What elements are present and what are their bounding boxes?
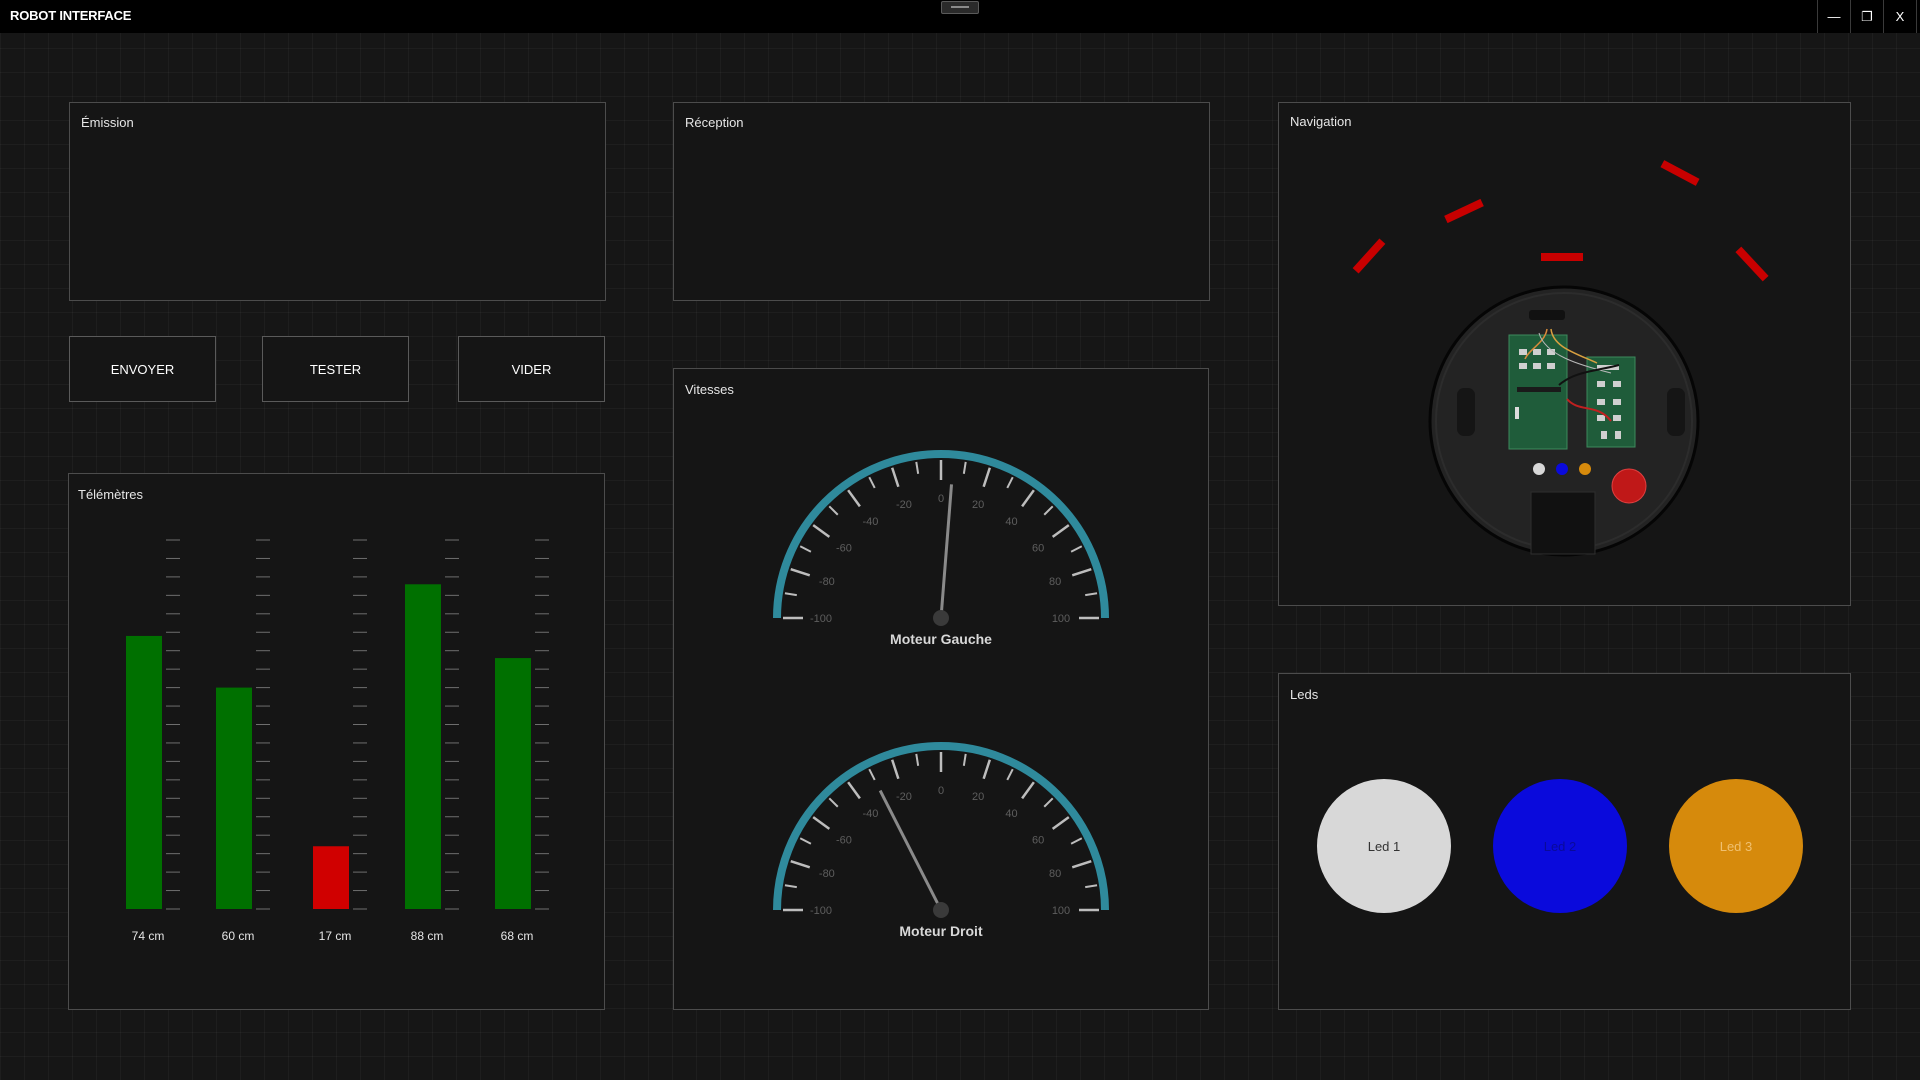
leds-title: Leds	[1290, 687, 1319, 702]
telemeter-bars: 74 cm 60 cm 17 cm 88 cm 68 cm	[126, 539, 549, 943]
emission-title: Émission	[81, 115, 134, 130]
telemeter-bar	[126, 635, 162, 909]
telemeter-value-label: 88 cm	[411, 929, 444, 943]
obstacle-marker-right	[1660, 160, 1700, 186]
gauge-tick-label: 40	[1005, 516, 1017, 528]
gauge-tick-label: 0	[938, 785, 944, 797]
obstacle-marker-left	[1444, 198, 1484, 224]
minimize-button[interactable]: —	[1817, 0, 1850, 33]
send-button[interactable]: ENVOYER	[69, 336, 216, 402]
telemeter-scale	[353, 539, 367, 910]
reception-title: Réception	[685, 115, 744, 130]
close-button[interactable]: X	[1883, 0, 1917, 33]
navigation-panel: Navigation	[1278, 102, 1851, 606]
gauge-tick-label: 40	[1005, 808, 1017, 820]
led-1-indicator[interactable]: Led 1	[1317, 779, 1451, 913]
test-button[interactable]: TESTER	[262, 336, 409, 402]
robot-icon	[1428, 285, 1700, 557]
telemeter-value-label: 74 cm	[132, 929, 165, 943]
gauge-tick-label: -100	[810, 905, 832, 917]
reception-panel: Réception	[673, 102, 1210, 301]
telemeter-bar	[405, 584, 441, 909]
telemeter-bar	[495, 658, 531, 909]
telemeter-bar	[216, 687, 252, 909]
gauge-label: Moteur Gauche	[890, 631, 992, 647]
navigation-view	[1352, 160, 1769, 557]
telemeter-scale	[166, 539, 180, 910]
speed-gauge: -100 -80 -60 -40 -20 0 20 40 60 80 100 Moteur Gauch…	[773, 450, 1109, 647]
gauge-tick-label: 80	[1049, 576, 1061, 588]
gauge-tick-label: -80	[819, 868, 835, 880]
reception-textbox[interactable]	[682, 139, 1201, 292]
led-2-indicator[interactable]: Led 2	[1493, 779, 1627, 913]
telemeter-scale	[535, 539, 549, 910]
telemeter-scale	[256, 539, 270, 910]
gauge-tick-label: -20	[896, 499, 912, 511]
gauge-tick-label: 60	[1032, 834, 1044, 846]
telemeter-scale	[445, 539, 459, 910]
gauge-tick-label: -80	[819, 576, 835, 588]
gauge-hub	[933, 610, 949, 626]
gauge-tick-label: 20	[972, 791, 984, 803]
speed-gauge: -100 -80 -60 -40 -20 0 20 40 60 80 100 Moteur Droit	[773, 742, 1109, 939]
emission-textbox[interactable]	[78, 139, 597, 292]
gauge-tick-label: 60	[1032, 542, 1044, 554]
obstacle-marker-far-right	[1735, 246, 1769, 282]
telemeter-value-label: 60 cm	[222, 929, 255, 943]
telemeters-panel: Télémètres 74 cm 60 cm 17 cm 88 cm 68 cm	[68, 473, 605, 1010]
telemeter-bar	[313, 846, 349, 909]
gauge-tick-label: -60	[836, 542, 852, 554]
gauge-tick-label: 20	[972, 499, 984, 511]
speed-gauges: -100 -80 -60 -40 -20 0 20 40 60 80 100 Moteur Gauch…	[773, 450, 1109, 939]
gauge-tick-label: 100	[1052, 905, 1070, 917]
emission-panel: Émission	[69, 102, 606, 301]
gauge-tick-label: -40	[863, 516, 879, 528]
obstacle-marker-far-left	[1352, 238, 1386, 274]
gauge-label: Moteur Droit	[899, 923, 983, 939]
leds-panel: Leds Led 1 Led 2 Led 3	[1278, 673, 1851, 1010]
telemeter-value-label: 68 cm	[501, 929, 534, 943]
gauge-tick-label: 100	[1052, 613, 1070, 625]
app-title: ROBOT INTERFACE	[10, 8, 132, 23]
maximize-button[interactable]: ❐	[1850, 0, 1883, 33]
led-3-indicator[interactable]: Led 3	[1669, 779, 1803, 913]
obstacle-marker-center	[1541, 253, 1583, 261]
gauge-tick-label: -60	[836, 834, 852, 846]
gauge-hub	[933, 902, 949, 918]
clear-button[interactable]: VIDER	[458, 336, 605, 402]
telemeter-value-label: 17 cm	[319, 929, 352, 943]
gauge-tick-label: 80	[1049, 868, 1061, 880]
gauge-needle	[878, 789, 943, 911]
gauge-tick-label: 0	[938, 493, 944, 505]
gauge-tick-label: -40	[863, 808, 879, 820]
drag-grip-icon[interactable]	[941, 1, 979, 14]
gauge-tick-label: -100	[810, 613, 832, 625]
title-bar: ROBOT INTERFACE — ❐ X	[0, 0, 1920, 33]
gauge-tick-label: -20	[896, 791, 912, 803]
speeds-panel: Vitesses -100 -80 -60 -40 -20 0 20 40 60 80 100 Mot…	[673, 368, 1209, 1010]
